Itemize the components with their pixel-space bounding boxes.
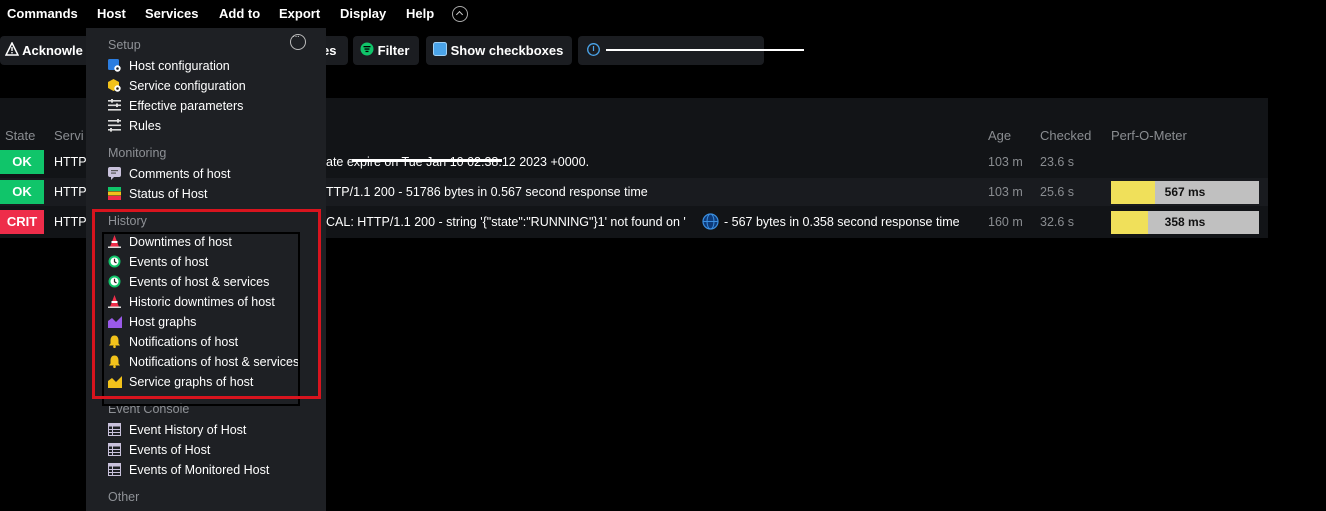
- section-other: Other: [108, 490, 140, 504]
- section-setup: Setup: [108, 38, 141, 52]
- status-icon: [108, 187, 121, 200]
- redacted-text: [606, 49, 804, 51]
- redacted-text: [352, 159, 502, 162]
- menu-add-to[interactable]: Add to: [219, 6, 260, 21]
- service-output: CAL: HTTP/1.1 200 - string '{"state":"RU…: [326, 215, 686, 229]
- menu-item-label: Host configuration: [129, 59, 230, 73]
- collapse-menu-icon[interactable]: [452, 6, 468, 22]
- checkbox-icon: [433, 37, 447, 66]
- rules-icon: [108, 119, 121, 132]
- acknowledge-label: Acknowle: [22, 43, 83, 58]
- menu-item-host-configuration[interactable]: Host configuration: [108, 57, 318, 77]
- menu-commands[interactable]: Commands: [7, 6, 78, 21]
- header-perf-o-meter[interactable]: Perf-O-Meter: [1111, 128, 1187, 143]
- menu-help[interactable]: Help: [406, 6, 434, 21]
- menu-item-events-of-monitored-host[interactable]: Events of Monitored Host: [108, 461, 318, 481]
- service-config-icon: [108, 79, 121, 92]
- menu-item-label: Events of Monitored Host: [129, 463, 270, 477]
- header-checked[interactable]: Checked: [1040, 128, 1091, 143]
- menu-display[interactable]: Display: [340, 6, 386, 21]
- service-output: ate expire on Tue Jan 10 02:38:12 2023 +…: [326, 155, 590, 169]
- menu-item-label: Events of Host: [129, 443, 211, 457]
- history-highlight-box: [92, 209, 321, 399]
- info-icon: [587, 37, 600, 66]
- acknowledge-button[interactable]: Acknowle: [0, 36, 95, 65]
- service-name[interactable]: HTTP: [54, 185, 87, 199]
- perf-o-meter[interactable]: 358 ms: [1111, 211, 1259, 234]
- menu-export[interactable]: Export: [279, 6, 320, 21]
- checked-value: 23.6 s: [1040, 155, 1075, 169]
- status-badge: CRIT: [0, 210, 44, 234]
- comment-icon: [108, 167, 121, 180]
- globe-icon[interactable]: [702, 213, 719, 233]
- menu-item-label: Comments of host: [129, 167, 231, 181]
- menu-item-comments-of-host[interactable]: Comments of host: [108, 165, 318, 185]
- filter-icon: [360, 37, 374, 66]
- menu-item-label: Status of Host: [129, 187, 208, 201]
- service-name[interactable]: HTTP: [54, 215, 87, 229]
- parameters-icon: [108, 99, 121, 112]
- show-checkboxes-button[interactable]: Show checkboxes: [426, 36, 572, 65]
- menu-item-label: Service configuration: [129, 79, 246, 93]
- header-service[interactable]: Servi: [54, 128, 84, 143]
- table-icon: [108, 463, 121, 476]
- menu-services[interactable]: Services: [145, 6, 199, 21]
- service-output-suffix: - 567 bytes in 0.358 second response tim…: [724, 215, 960, 229]
- checked-value: 32.6 s: [1040, 215, 1075, 229]
- section-monitoring: Monitoring: [108, 146, 167, 160]
- menu-item-effective-parameters[interactable]: Effective parameters: [108, 97, 318, 117]
- perf-label: 358 ms: [1164, 215, 1206, 229]
- host-config-icon: [108, 59, 121, 72]
- status-badge: OK: [0, 150, 44, 174]
- menu-item-event-history-of-host[interactable]: Event History of Host: [108, 421, 318, 441]
- header-state[interactable]: State: [5, 128, 35, 143]
- menu-item-label: Effective parameters: [129, 99, 244, 113]
- menu-item-label: Event History of Host: [129, 423, 247, 437]
- show-checkboxes-label: Show checkboxes: [450, 43, 564, 58]
- service-output: TTP/1.1 200 - 51786 bytes in 0.567 secon…: [326, 185, 648, 199]
- header-age[interactable]: Age: [988, 128, 1011, 143]
- filter-button[interactable]: Filter: [353, 36, 419, 65]
- status-badge: OK: [0, 180, 44, 204]
- menu-item-status-of-host[interactable]: Status of Host: [108, 185, 318, 205]
- checked-value: 25.6 s: [1040, 185, 1075, 199]
- menu-item-rules[interactable]: Rules: [108, 117, 318, 137]
- menu-host[interactable]: Host: [97, 6, 126, 21]
- perf-o-meter[interactable]: 567 ms: [1111, 181, 1259, 204]
- warning-icon: [4, 37, 20, 66]
- age-value: 103 m: [988, 155, 1023, 169]
- menubar: Commands Host Services Add to Export Dis…: [0, 0, 1326, 28]
- filter-label: Filter: [377, 43, 410, 58]
- more-options-icon[interactable]: [290, 31, 306, 50]
- menu-item-service-configuration[interactable]: Service configuration: [108, 77, 318, 97]
- service-name[interactable]: HTTP: [54, 155, 87, 169]
- menu-item-label: Rules: [129, 119, 161, 133]
- perf-label: 567 ms: [1164, 185, 1206, 199]
- menu-item-events-of-host-ec[interactable]: Events of Host: [108, 441, 318, 461]
- age-value: 160 m: [988, 215, 1023, 229]
- age-value: 103 m: [988, 185, 1023, 199]
- table-icon: [108, 443, 121, 456]
- table-icon: [108, 423, 121, 436]
